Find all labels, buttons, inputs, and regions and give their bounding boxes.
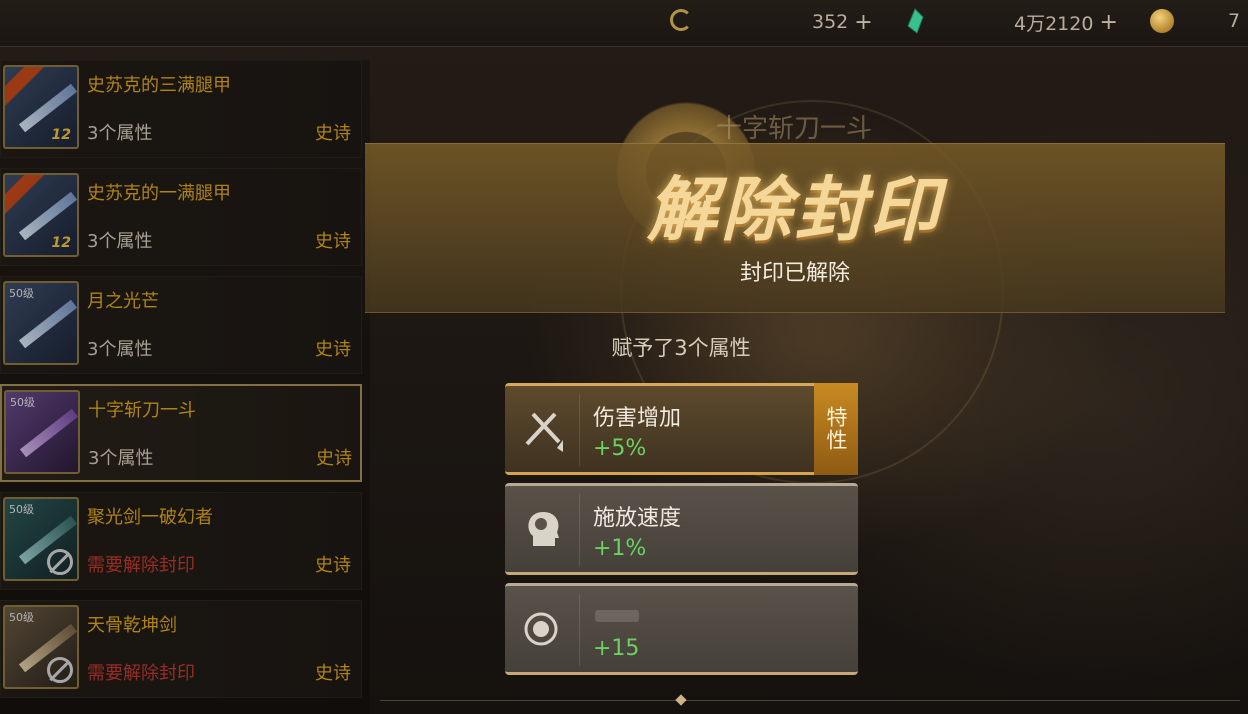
moon-currency-icon [670, 9, 692, 31]
coin-currency-value[interactable]: 7 [1228, 10, 1240, 32]
item-name: 天骨乾坤剑 [87, 615, 177, 636]
moon-currency[interactable]: 352 + [812, 8, 873, 36]
unseal-subtitle: 封印已解除 [739, 261, 850, 286]
locked-icon [47, 549, 73, 575]
item-name: 聚光剑一破幻者 [87, 507, 213, 528]
gem-currency[interactable]: 4万2120 + [1014, 8, 1118, 36]
item-thumbnail: 50级 [3, 605, 79, 689]
item-level: 50级 [10, 396, 35, 409]
attribute-name: 伤害增加 [593, 406, 682, 431]
moon-currency-value: 352 [812, 11, 849, 33]
equipment-list[interactable]: 12 史苏克的三满腿甲 3个属性 史诗 12 史苏克的一满腿甲 3个属性 史诗 … [0, 60, 370, 714]
attribute-value: +15 [593, 636, 640, 661]
attribute-card-cast-speed: 施放速度 +1% [505, 483, 858, 575]
gem-currency-value: 4万2120 [1014, 12, 1094, 35]
moon-currency-add-button[interactable]: + [854, 10, 872, 35]
item-seal-status: 需要解除封印 [87, 663, 195, 684]
item-level: 50级 [9, 611, 34, 624]
item-attr-count: 3个属性 [88, 448, 154, 469]
item-thumbnail: 50级 [3, 281, 79, 365]
item-seal-status: 需要解除封印 [87, 555, 195, 576]
item-level: 50级 [9, 287, 34, 300]
granted-attributes-label: 赋予了3个属性 [611, 336, 751, 360]
item-rarity: 史诗 [316, 448, 352, 469]
item-thumbnail: 12 [3, 65, 79, 149]
swords-icon [525, 412, 563, 452]
attribute-card-damage: 伤害增加 +5% 特性 [505, 383, 858, 475]
list-item[interactable]: 12 史苏克的三满腿甲 3个属性 史诗 [0, 60, 362, 158]
item-rarity: 史诗 [315, 123, 351, 144]
item-badge: 12 [51, 235, 71, 251]
item-attr-count: 3个属性 [87, 339, 153, 360]
background-item-title: 十字斩刀一斗 [716, 114, 873, 144]
item-thumbnail: 50级 [3, 497, 79, 581]
item-level: 50级 [9, 503, 34, 516]
list-item-selected[interactable]: 50级 十字斩刀一斗 3个属性 史诗 [0, 384, 362, 482]
gem-currency-icon [907, 8, 924, 34]
list-item[interactable]: 50级 月之光芒 3个属性 史诗 [0, 276, 362, 374]
attribute-separator [579, 394, 580, 466]
item-attr-count: 3个属性 [87, 231, 153, 252]
item-badge: 12 [51, 127, 71, 143]
item-rarity: 史诗 [315, 555, 351, 576]
attribute-separator [579, 494, 580, 566]
item-thumbnail: 50级 [4, 390, 80, 474]
attribute-value: +5% [593, 436, 647, 461]
item-rarity: 史诗 [315, 663, 351, 684]
item-rarity: 史诗 [315, 339, 351, 360]
item-name: 十字斩刀一斗 [88, 400, 196, 421]
attribute-name: 施放速度 [593, 506, 682, 531]
item-name: 史苏克的一满腿甲 [87, 183, 231, 204]
list-item[interactable]: 50级 聚光剑一破幻者 需要解除封印 史诗 [0, 492, 362, 590]
unseal-title: 解除封印 [647, 169, 943, 251]
attribute-separator [579, 594, 580, 666]
currency-bar: 352 + 4万2120 + 7 [0, 0, 1248, 47]
attribute-name-blurred [595, 610, 639, 622]
item-rarity: 史诗 [315, 231, 351, 252]
attribute-card-third: +15 [505, 583, 858, 675]
gem-currency-add-button[interactable]: + [1099, 10, 1117, 35]
coin-currency-icon [1150, 9, 1174, 33]
target-icon [524, 612, 558, 646]
trait-tag: 特性 [814, 383, 858, 475]
item-thumbnail: 12 [3, 173, 79, 257]
locked-icon [47, 657, 73, 683]
list-item[interactable]: 12 史苏克的一满腿甲 3个属性 史诗 [0, 168, 362, 266]
item-name: 月之光芒 [87, 291, 159, 312]
list-item[interactable]: 50级 天骨乾坤剑 需要解除封印 史诗 [0, 600, 362, 698]
item-name: 史苏克的三满腿甲 [87, 75, 231, 96]
item-attr-count: 3个属性 [87, 123, 153, 144]
bottom-divider [380, 700, 1240, 701]
attribute-value: +1% [593, 536, 647, 561]
head-icon [528, 512, 559, 546]
unseal-banner: 解除封印 封印已解除 [365, 143, 1225, 313]
